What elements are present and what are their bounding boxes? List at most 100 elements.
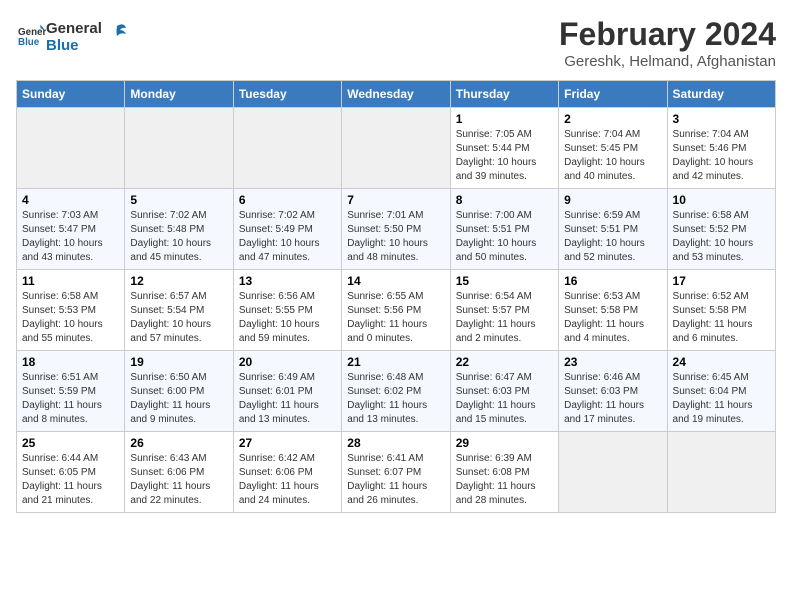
weekday-header-wednesday: Wednesday <box>342 81 450 108</box>
svg-text:Blue: Blue <box>18 37 40 48</box>
day-content: Sunrise: 6:58 AMSunset: 5:53 PMDaylight:… <box>22 290 119 346</box>
calendar-cell: 11 Sunrise: 6:58 AMSunset: 5:53 PMDayligh… <box>17 270 125 351</box>
day-number: 26 <box>130 436 227 450</box>
logo-line2: Blue <box>46 37 102 54</box>
calendar-cell: 2 Sunrise: 7:04 AMSunset: 5:45 PMDaylight… <box>559 108 667 189</box>
weekday-header-friday: Friday <box>559 81 667 108</box>
day-content: Sunrise: 6:51 AMSunset: 5:59 PMDaylight:… <box>22 371 119 427</box>
calendar-cell: 20Sunrise: 6:49 AMSunset: 6:01 PMDayligh… <box>233 351 341 432</box>
day-number: 3 <box>673 112 770 126</box>
day-number: 17 <box>673 274 770 288</box>
day-content: Sunrise: 6:50 AMSunset: 6:00 PMDaylight:… <box>130 371 227 427</box>
day-number: 27 <box>239 436 336 450</box>
calendar-week-2: 4 Sunrise: 7:03 AMSunset: 5:47 PMDaylight… <box>17 189 776 270</box>
calendar-cell: 22Sunrise: 6:47 AMSunset: 6:03 PMDayligh… <box>450 351 558 432</box>
day-content: Sunrise: 7:02 AMSunset: 5:48 PMDaylight:… <box>130 209 227 265</box>
day-content: Sunrise: 7:02 AMSunset: 5:49 PMDaylight:… <box>239 209 336 265</box>
day-content: Sunrise: 7:04 AMSunset: 5:45 PMDaylight:… <box>564 128 661 184</box>
logo-bird-icon <box>106 22 128 44</box>
weekday-header-monday: Monday <box>125 81 233 108</box>
day-number: 16 <box>564 274 661 288</box>
day-content: Sunrise: 6:58 AMSunset: 5:52 PMDaylight:… <box>673 209 770 265</box>
calendar-cell: 8 Sunrise: 7:00 AMSunset: 5:51 PMDaylight… <box>450 189 558 270</box>
day-number: 23 <box>564 355 661 369</box>
day-content: Sunrise: 6:39 AMSunset: 6:08 PMDaylight:… <box>456 452 553 508</box>
day-number: 24 <box>673 355 770 369</box>
day-content: Sunrise: 6:48 AMSunset: 6:02 PMDaylight:… <box>347 371 444 427</box>
day-number: 11 <box>22 274 119 288</box>
day-number: 18 <box>22 355 119 369</box>
calendar-cell: 5 Sunrise: 7:02 AMSunset: 5:48 PMDaylight… <box>125 189 233 270</box>
day-number: 2 <box>564 112 661 126</box>
calendar-cell: 15 Sunrise: 6:54 AMSunset: 5:57 PMDayligh… <box>450 270 558 351</box>
day-content: Sunrise: 7:05 AMSunset: 5:44 PMDaylight:… <box>456 128 553 184</box>
calendar-cell: 14 Sunrise: 6:55 AMSunset: 5:56 PMDayligh… <box>342 270 450 351</box>
calendar-cell: 26Sunrise: 6:43 AMSunset: 6:06 PMDayligh… <box>125 432 233 513</box>
calendar-week-4: 18 Sunrise: 6:51 AMSunset: 5:59 PMDayligh… <box>17 351 776 432</box>
calendar-cell: 24 Sunrise: 6:45 AMSunset: 6:04 PMDayligh… <box>667 351 775 432</box>
day-content: Sunrise: 7:03 AMSunset: 5:47 PMDaylight:… <box>22 209 119 265</box>
day-number: 14 <box>347 274 444 288</box>
calendar-cell: 3 Sunrise: 7:04 AMSunset: 5:46 PMDaylight… <box>667 108 775 189</box>
calendar-cell: 16Sunrise: 6:53 AMSunset: 5:58 PMDayligh… <box>559 270 667 351</box>
calendar-week-5: 25Sunrise: 6:44 AMSunset: 6:05 PMDayligh… <box>17 432 776 513</box>
day-number: 13 <box>239 274 336 288</box>
calendar-cell: 12Sunrise: 6:57 AMSunset: 5:54 PMDayligh… <box>125 270 233 351</box>
calendar-cell: 18 Sunrise: 6:51 AMSunset: 5:59 PMDayligh… <box>17 351 125 432</box>
calendar-cell <box>667 432 775 513</box>
day-content: Sunrise: 6:47 AMSunset: 6:03 PMDaylight:… <box>456 371 553 427</box>
day-content: Sunrise: 6:45 AMSunset: 6:04 PMDaylight:… <box>673 371 770 427</box>
calendar-cell: 21 Sunrise: 6:48 AMSunset: 6:02 PMDayligh… <box>342 351 450 432</box>
day-number: 6 <box>239 193 336 207</box>
calendar-cell: 7 Sunrise: 7:01 AMSunset: 5:50 PMDaylight… <box>342 189 450 270</box>
day-number: 19 <box>130 355 227 369</box>
calendar-cell: 28 Sunrise: 6:41 AMSunset: 6:07 PMDayligh… <box>342 432 450 513</box>
weekday-header-thursday: Thursday <box>450 81 558 108</box>
calendar-cell: 17 Sunrise: 6:52 AMSunset: 5:58 PMDayligh… <box>667 270 775 351</box>
day-number: 4 <box>22 193 119 207</box>
calendar-cell: 19 Sunrise: 6:50 AMSunset: 6:00 PMDayligh… <box>125 351 233 432</box>
calendar-cell: 6 Sunrise: 7:02 AMSunset: 5:49 PMDaylight… <box>233 189 341 270</box>
weekday-header-saturday: Saturday <box>667 81 775 108</box>
calendar-header-row: SundayMondayTuesdayWednesdayThursdayFrid… <box>17 81 776 108</box>
page-title: February 2024 <box>559 16 776 53</box>
day-content: Sunrise: 6:42 AMSunset: 6:06 PMDaylight:… <box>239 452 336 508</box>
calendar-cell <box>233 108 341 189</box>
calendar-week-3: 11 Sunrise: 6:58 AMSunset: 5:53 PMDayligh… <box>17 270 776 351</box>
day-content: Sunrise: 7:04 AMSunset: 5:46 PMDaylight:… <box>673 128 770 184</box>
calendar-cell <box>125 108 233 189</box>
day-content: Sunrise: 6:54 AMSunset: 5:57 PMDaylight:… <box>456 290 553 346</box>
calendar-cell: 29Sunrise: 6:39 AMSunset: 6:08 PMDayligh… <box>450 432 558 513</box>
calendar-cell: 9Sunrise: 6:59 AMSunset: 5:51 PMDaylight… <box>559 189 667 270</box>
calendar-week-1: 1Sunrise: 7:05 AMSunset: 5:44 PMDaylight… <box>17 108 776 189</box>
day-number: 15 <box>456 274 553 288</box>
day-content: Sunrise: 6:56 AMSunset: 5:55 PMDaylight:… <box>239 290 336 346</box>
calendar-cell: 25Sunrise: 6:44 AMSunset: 6:05 PMDayligh… <box>17 432 125 513</box>
day-number: 7 <box>347 193 444 207</box>
day-number: 28 <box>347 436 444 450</box>
day-number: 10 <box>673 193 770 207</box>
day-content: Sunrise: 6:52 AMSunset: 5:58 PMDaylight:… <box>673 290 770 346</box>
day-number: 9 <box>564 193 661 207</box>
day-content: Sunrise: 6:41 AMSunset: 6:07 PMDaylight:… <box>347 452 444 508</box>
title-block: February 2024 Gereshk, Helmand, Afghanis… <box>559 16 776 70</box>
day-number: 25 <box>22 436 119 450</box>
calendar-cell: 10 Sunrise: 6:58 AMSunset: 5:52 PMDayligh… <box>667 189 775 270</box>
calendar-cell: 1Sunrise: 7:05 AMSunset: 5:44 PMDaylight… <box>450 108 558 189</box>
day-content: Sunrise: 6:57 AMSunset: 5:54 PMDaylight:… <box>130 290 227 346</box>
logo-line1: General <box>46 20 102 37</box>
day-content: Sunrise: 6:55 AMSunset: 5:56 PMDaylight:… <box>347 290 444 346</box>
calendar-cell: 23 Sunrise: 6:46 AMSunset: 6:03 PMDayligh… <box>559 351 667 432</box>
day-number: 21 <box>347 355 444 369</box>
day-content: Sunrise: 7:00 AMSunset: 5:51 PMDaylight:… <box>456 209 553 265</box>
weekday-header-sunday: Sunday <box>17 81 125 108</box>
day-number: 8 <box>456 193 553 207</box>
calendar-cell: 13 Sunrise: 6:56 AMSunset: 5:55 PMDayligh… <box>233 270 341 351</box>
day-content: Sunrise: 7:01 AMSunset: 5:50 PMDaylight:… <box>347 209 444 265</box>
logo: General Blue General Blue <box>16 20 128 55</box>
day-content: Sunrise: 6:49 AMSunset: 6:01 PMDaylight:… <box>239 371 336 427</box>
day-content: Sunrise: 6:46 AMSunset: 6:03 PMDaylight:… <box>564 371 661 427</box>
weekday-header-tuesday: Tuesday <box>233 81 341 108</box>
day-number: 5 <box>130 193 227 207</box>
calendar-cell <box>559 432 667 513</box>
